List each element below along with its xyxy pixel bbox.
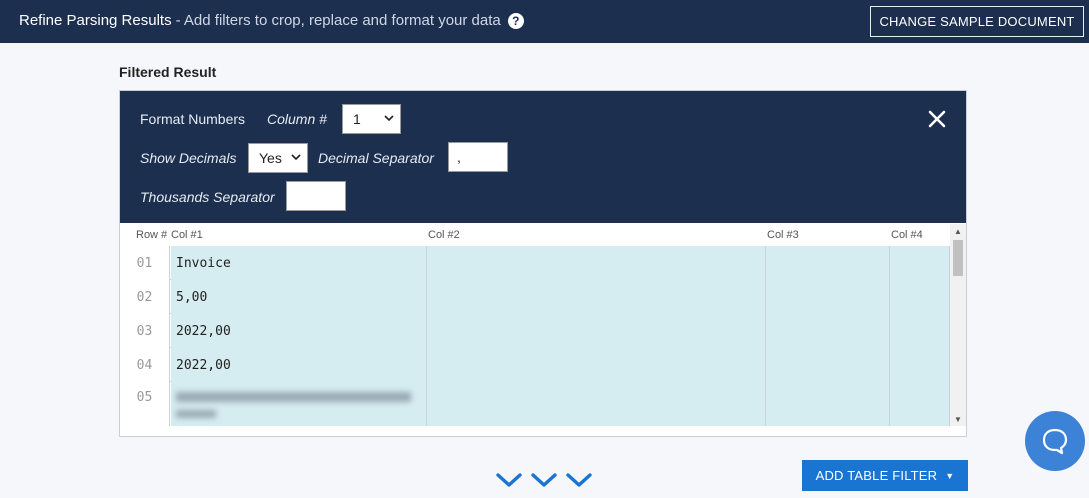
cell-col2[interactable] xyxy=(427,348,766,382)
grid-header: Row # Col #1 Col #2 Col #3 Col #4 xyxy=(120,224,950,246)
cell-col3[interactable] xyxy=(766,314,890,348)
cell-col1[interactable]: 2022,00 xyxy=(171,348,427,382)
show-decimals-label: Show Decimals xyxy=(140,150,237,166)
page-title-subtitle: - Add filters to crop, replace and forma… xyxy=(175,12,501,29)
format-numbers-filter: Format Numbers Column # 1 Show Decimals … xyxy=(120,91,966,223)
cell-col4[interactable] xyxy=(890,348,950,382)
cell-col1[interactable]: Invoice xyxy=(171,246,427,280)
show-decimals-value: Yes xyxy=(259,150,282,166)
filtered-result-panel: Format Numbers Column # 1 Show Decimals … xyxy=(119,90,967,437)
scroll-thumb[interactable] xyxy=(953,240,963,276)
cell-col2[interactable] xyxy=(427,382,766,426)
chevron-down-icon xyxy=(291,154,301,161)
table-row[interactable]: 05 xyxy=(120,382,950,426)
page-title: Refine Parsing Results - Add filters to … xyxy=(19,12,524,29)
change-sample-document-button[interactable]: CHANGE SAMPLE DOCUMENT xyxy=(870,6,1084,37)
vertical-scrollbar[interactable]: ▲ ▼ xyxy=(950,224,966,426)
table-row[interactable]: 01 Invoice xyxy=(120,246,950,280)
page-title-main: Refine Parsing Results xyxy=(19,12,172,29)
cell-col4[interactable] xyxy=(890,246,950,280)
cell-col1[interactable]: 2022,00 xyxy=(171,314,427,348)
column-header-col3: Col #3 xyxy=(767,229,799,241)
column-header-col1: Col #1 xyxy=(171,229,203,241)
chevron-down-icon xyxy=(384,115,394,122)
cell-col4[interactable] xyxy=(890,314,950,348)
row-number: 05 xyxy=(120,382,170,426)
help-icon[interactable]: ? xyxy=(507,12,524,29)
caret-down-icon: ▼ xyxy=(945,470,955,481)
column-select[interactable]: 1 xyxy=(342,104,401,134)
section-label: Filtered Result xyxy=(119,64,217,80)
redacted-text xyxy=(176,410,216,418)
row-number: 02 xyxy=(120,280,170,314)
cell-col3[interactable] xyxy=(766,348,890,382)
close-icon[interactable] xyxy=(926,108,948,130)
show-decimals-select[interactable]: Yes xyxy=(248,143,308,173)
row-number: 04 xyxy=(120,348,170,382)
top-bar: Refine Parsing Results - Add filters to … xyxy=(0,0,1089,43)
table-row[interactable]: 02 5,00 xyxy=(120,280,950,314)
column-label: Column # xyxy=(267,111,327,127)
redacted-text xyxy=(176,392,411,402)
cell-col4[interactable] xyxy=(890,382,950,426)
chat-icon xyxy=(1042,428,1068,455)
cell-col2[interactable] xyxy=(427,246,766,280)
scroll-down-arrow-icon[interactable]: ▼ xyxy=(950,412,966,426)
column-header-col4: Col #4 xyxy=(891,229,923,241)
table-row[interactable]: 03 2022,00 xyxy=(120,314,950,348)
grid-body: 01 Invoice 02 5,00 03 2022,00 04 2022,00 xyxy=(120,246,950,426)
table-row[interactable]: 04 2022,00 xyxy=(120,348,950,382)
scroll-up-arrow-icon[interactable]: ▲ xyxy=(950,224,966,238)
cell-col2[interactable] xyxy=(427,280,766,314)
triple-chevron-down-icon[interactable] xyxy=(494,470,594,490)
cell-col1[interactable]: 5,00 xyxy=(171,280,427,314)
cell-col3[interactable] xyxy=(766,280,890,314)
thousands-separator-input[interactable] xyxy=(286,181,346,211)
chat-bubble-icon[interactable] xyxy=(1025,411,1085,471)
cell-col3[interactable] xyxy=(766,246,890,280)
column-select-value: 1 xyxy=(353,111,361,127)
add-table-filter-button[interactable]: ADD TABLE FILTER ▼ xyxy=(802,460,968,491)
row-number: 03 xyxy=(120,314,170,348)
decimal-separator-label: Decimal Separator xyxy=(318,150,434,166)
row-number: 01 xyxy=(120,246,170,280)
filter-name: Format Numbers xyxy=(140,111,246,127)
thousands-separator-label: Thousands Separator xyxy=(140,189,275,205)
decimal-separator-input[interactable]: , xyxy=(448,142,508,172)
cell-col1-redacted[interactable] xyxy=(171,382,427,426)
cell-col3[interactable] xyxy=(766,382,890,426)
column-header-col2: Col #2 xyxy=(428,229,460,241)
cell-col2[interactable] xyxy=(427,314,766,348)
add-table-filter-label: ADD TABLE FILTER xyxy=(815,468,938,483)
column-header-row: Row # xyxy=(136,229,168,241)
cell-col4[interactable] xyxy=(890,280,950,314)
